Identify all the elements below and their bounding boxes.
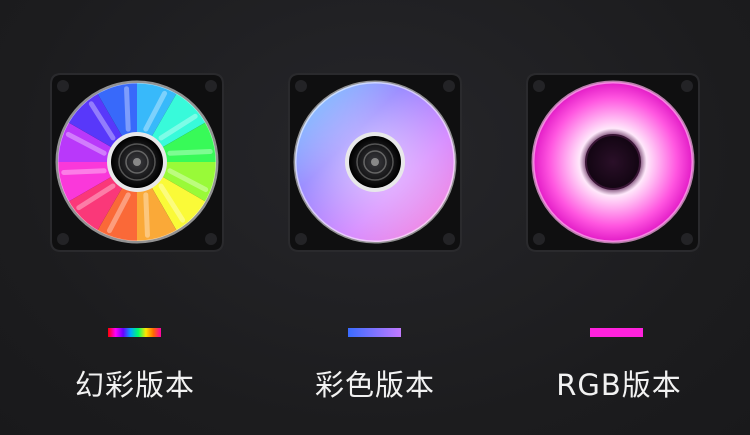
fan-image-color (285, 70, 465, 255)
fan-image-rgb (523, 70, 703, 255)
color-swatch-rgb (590, 328, 643, 337)
variant-label-rgb: RGB版本 (556, 368, 682, 402)
fan-color-graphic (288, 73, 462, 252)
variant-label-color: 彩色版本 (314, 368, 435, 402)
fan-blade-highlight (143, 192, 150, 238)
fan-blade-highlight (124, 86, 131, 132)
variant-label-rainbow: 幻彩版本 (74, 368, 195, 402)
fan-blade-highlight (61, 168, 107, 175)
variant-color: 彩色版本 (250, 0, 500, 435)
variant-rgb: RGB版本 (488, 0, 738, 435)
color-swatch-rainbow (108, 328, 161, 337)
color-swatch-color (348, 328, 401, 337)
fan-rainbow-graphic (50, 73, 224, 252)
fan-rgb-graphic (526, 73, 700, 252)
product-variant-showcase: 幻彩版本 彩色版本 RGB版本 (0, 0, 750, 435)
fan-image-rainbow (47, 70, 227, 255)
variant-rainbow: 幻彩版本 (12, 0, 262, 435)
fan-blade-highlight (167, 149, 213, 156)
